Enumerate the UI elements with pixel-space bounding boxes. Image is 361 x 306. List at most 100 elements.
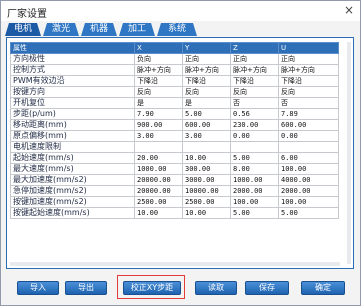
value-cell[interactable]: 1000.00 — [230, 174, 279, 186]
property-label: 按键加速度(mm/s2) — [10, 196, 135, 208]
grid-header-row: 属性 X Y Z U — [10, 42, 339, 54]
value-cell[interactable]: 10.00 — [182, 207, 231, 219]
value-cell[interactable]: 100.00 — [278, 196, 339, 208]
value-cell[interactable]: 20000.00 — [134, 174, 183, 186]
value-cell[interactable]: 否 — [230, 97, 279, 109]
property-label: 最大速度(mm/s) — [10, 163, 135, 175]
value-cell[interactable]: 7.89 — [278, 108, 339, 120]
value-cell[interactable]: 5.00 — [230, 207, 279, 219]
table-row: 按键方向 反向 反向 反向 反向 — [10, 86, 339, 98]
property-label: 移动距离(mm) — [10, 119, 135, 131]
calibrate-xy-step-button[interactable]: 校正XY步距 — [123, 281, 181, 295]
table-row: 按键加速度(mm/s2) 2500.00 2500.00 100.00 100.… — [10, 196, 339, 208]
table-row: 最大加速度(mm/s2) 20000.00 3000.00 1000.00 40… — [10, 174, 339, 186]
value-cell[interactable]: 4000.00 — [278, 174, 339, 186]
window-title: 厂家设置 — [7, 9, 47, 20]
value-cell[interactable]: 10.00 — [182, 152, 231, 164]
value-cell[interactable]: 下降沿 — [134, 75, 183, 87]
value-cell[interactable]: 2000.00 — [278, 185, 339, 197]
vertical-scrollbar[interactable] — [347, 42, 351, 264]
value-cell[interactable]: 下降沿 — [230, 75, 279, 87]
value-cell[interactable]: 下降沿 — [182, 75, 231, 87]
tab-system-label: 系统 — [167, 24, 186, 34]
value-cell[interactable]: 0.00 — [278, 130, 339, 142]
value-cell[interactable]: 5.00 — [278, 207, 339, 219]
value-cell[interactable]: 反向 — [230, 86, 279, 98]
value-cell[interactable]: 900.00 — [134, 119, 183, 131]
tab-motor-label: 电机 — [13, 24, 32, 34]
value-cell[interactable]: 是 — [134, 97, 183, 109]
value-cell[interactable]: 反向 — [182, 86, 231, 98]
value-cell[interactable]: 脉冲+方向 — [134, 64, 183, 76]
value-cell[interactable]: 6.00 — [278, 152, 339, 164]
value-cell[interactable]: 正向 — [182, 53, 231, 65]
value-cell[interactable]: 负向 — [134, 53, 183, 65]
value-cell[interactable]: 脉冲+方向 — [278, 64, 339, 76]
property-label: 方向极性 — [10, 53, 135, 65]
value-cell[interactable]: 20000.00 — [134, 185, 183, 197]
value-cell[interactable]: 600.00 — [278, 119, 339, 131]
value-cell[interactable]: 下降沿 — [278, 75, 339, 87]
save-button[interactable]: 保存 — [245, 281, 289, 295]
property-label: PWM有效边沿 — [10, 75, 135, 87]
value-cell[interactable]: 脉冲+方向 — [230, 64, 279, 76]
property-label: 原点偏移(mm) — [10, 130, 135, 142]
value-cell[interactable]: 5.00 — [182, 108, 231, 120]
value-cell[interactable]: 100.00 — [230, 196, 279, 208]
property-label: 最大加速度(mm/s2) — [10, 174, 135, 186]
tab-system[interactable]: 系统 — [157, 23, 197, 36]
button-bar: 导入 导出 校正XY步距 读取 保存 确定 — [1, 267, 360, 303]
value-cell[interactable]: 3.00 — [134, 130, 183, 142]
column-header: Y — [182, 42, 231, 54]
table-row: 原点偏移(mm) 3.00 3.00 0.00 0.00 — [10, 130, 339, 142]
value-cell[interactable]: 2000.00 — [230, 185, 279, 197]
tab-motor[interactable]: 电机 — [5, 23, 41, 36]
value-cell[interactable]: 8.00 — [230, 163, 279, 175]
value-cell[interactable]: 反向 — [134, 86, 183, 98]
tab-process[interactable]: 加工 — [119, 23, 155, 36]
close-icon[interactable]: × — [344, 3, 354, 17]
section-label: 电机速度限制 — [10, 141, 135, 153]
tab-machine[interactable]: 机器 — [81, 23, 117, 36]
value-cell[interactable]: 230.00 — [230, 119, 279, 131]
value-cell[interactable]: 1000.00 — [134, 163, 183, 175]
value-cell[interactable]: 7.90 — [134, 108, 183, 120]
table-row: 步距(p/um) 7.90 5.00 0.56 7.89 — [10, 108, 339, 120]
horizontal-scrollbar[interactable] — [10, 262, 340, 266]
read-button[interactable]: 读取 — [195, 281, 237, 295]
value-cell[interactable]: 100.00 — [278, 163, 339, 175]
table-row: 按键起始速度(mm/s) 10.00 10.00 5.00 5.00 — [10, 207, 339, 219]
value-cell[interactable]: 正向 — [230, 53, 279, 65]
import-button[interactable]: 导入 — [17, 281, 59, 295]
property-label: 急停加速度(mm/s2) — [10, 185, 135, 197]
value-cell[interactable]: 10.00 — [134, 207, 183, 219]
value-cell[interactable]: 3000.00 — [182, 174, 231, 186]
value-cell[interactable]: 5.00 — [230, 152, 279, 164]
ok-button[interactable]: 确定 — [301, 281, 345, 295]
value-cell[interactable]: 0.00 — [230, 130, 279, 142]
value-cell[interactable]: 脉冲+方向 — [182, 64, 231, 76]
value-cell[interactable]: 3.00 — [182, 130, 231, 142]
value-cell[interactable]: 2500.00 — [182, 196, 231, 208]
table-row: 电机速度限制 — [10, 141, 339, 153]
title-bar: 厂家设置 × — [1, 1, 360, 21]
value-cell[interactable]: 600.00 — [182, 119, 231, 131]
value-cell[interactable]: 是 — [182, 97, 231, 109]
column-header: X — [134, 42, 183, 54]
value-cell[interactable]: 反向 — [278, 86, 339, 98]
value-cell[interactable]: 0.56 — [230, 108, 279, 120]
export-button[interactable]: 导出 — [65, 281, 107, 295]
value-cell[interactable]: 20.00 — [134, 152, 183, 164]
value-cell[interactable]: 正向 — [278, 53, 339, 65]
table-row: 移动距离(mm) 900.00 600.00 230.00 600.00 — [10, 119, 339, 131]
table-row: 急停加速度(mm/s2) 20000.00 10000.00 2000.00 2… — [10, 185, 339, 197]
table-row: 起始速度(mm/s) 20.00 10.00 5.00 6.00 — [10, 152, 339, 164]
column-header: U — [278, 42, 339, 54]
value-cell — [182, 141, 231, 153]
value-cell[interactable]: 300.00 — [182, 163, 231, 175]
column-header: 属性 — [10, 42, 135, 54]
value-cell[interactable]: 10000.00 — [182, 185, 231, 197]
tab-laser[interactable]: 激光 — [43, 23, 79, 36]
value-cell[interactable]: 否 — [278, 97, 339, 109]
value-cell[interactable]: 2500.00 — [134, 196, 183, 208]
